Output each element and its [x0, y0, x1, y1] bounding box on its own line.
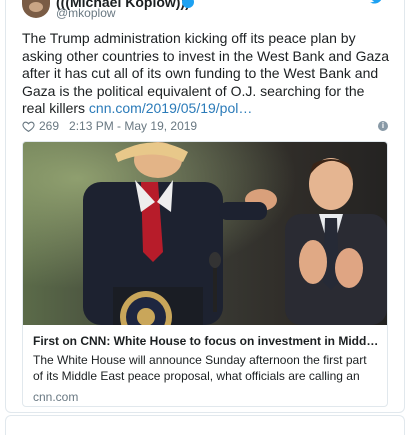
like-count[interactable]: 269 [39, 119, 59, 133]
heart-icon[interactable] [22, 120, 35, 133]
info-icon[interactable]: i [378, 121, 388, 131]
next-embed-edge [5, 415, 405, 435]
tweet-link[interactable]: cnn.com/2019/05/19/pol… [89, 100, 252, 116]
tweet-meta: 269 2:13 PM - May 19, 2019 i [22, 118, 388, 134]
link-preview-body: First on CNN: White House to focus on in… [33, 333, 379, 404]
link-preview-description: The White House will announce Sunday aft… [33, 353, 367, 383]
author-handle[interactable]: @mkoplow [56, 6, 116, 20]
tweet-text: The Trump administration kicking off its… [22, 30, 390, 118]
tweet-timestamp[interactable]: 2:13 PM - May 19, 2019 [69, 119, 197, 133]
twitter-bird-icon[interactable] [370, 0, 384, 4]
link-preview-domain: cnn.com [33, 390, 79, 404]
link-preview-image [23, 142, 387, 325]
link-preview-card[interactable]: First on CNN: White House to focus on in… [22, 141, 388, 407]
link-preview-title[interactable]: First on CNN: White House to focus on in… [33, 333, 379, 349]
